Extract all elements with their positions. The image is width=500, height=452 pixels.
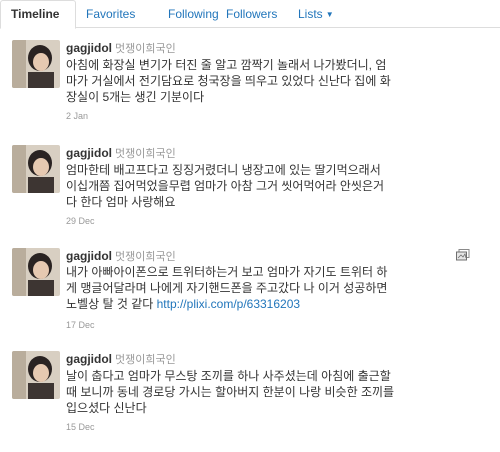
tab-timeline[interactable]: Timeline [0,0,76,29]
timeline-tab-bar: Timeline Favorites Following Followers L… [0,0,500,29]
tweet-text: 아침에 화장실 변기가 터진 줄 알고 깜짝기 놀래서 나가봤더니, 엄 마가 … [66,57,482,105]
tab-favorites[interactable]: Favorites [76,0,145,29]
chevron-down-icon: ▼ [325,10,334,19]
tweet-item[interactable]: gagjidol 멋쟁이희국인 날이 춥다고 엄마가 무스탕 조끼를 하나 사주셨… [0,341,500,441]
tweet-fullname: 멋쟁이희국인 [115,43,176,55]
tweet-item[interactable]: gagjidol 멋쟁이희국인 내가 아빠아이폰으로 트위터하는거 보고 엄마가 … [0,236,500,336]
tweet-text: 엄마한테 배고프다고 징징거렸더니 냉장고에 있는 딸기먹으래서 이십개쯤 집어… [66,162,482,210]
tweet-text-line: 다 한다 엄마 사랑해요 [66,195,176,209]
tweet-text-line: 엄마한테 배고프다고 징징거렸더니 냉장고에 있는 딸기먹으래서 [66,163,381,177]
tweet-timestamp[interactable]: 15 Dec [66,422,95,432]
tweet-timestamp[interactable]: 29 Dec [66,216,95,226]
tweet-username[interactable]: gagjidol [66,249,112,263]
tweet-item[interactable]: gagjidol 멋쟁이희국인 엄마한테 배고프다고 징징거렸더니 냉장고에 있는… [0,135,500,230]
tweet-username[interactable]: gagjidol [66,352,112,366]
tweet-username[interactable]: gagjidol [66,41,112,55]
tab-lists-label: Lists [298,7,323,21]
tweet-text-segment: 노벨상 탈 것 같다 [66,297,157,311]
tweet-text: 날이 춥다고 엄마가 무스탕 조끼를 하나 사주셨는데 아침에 출근할 때 보니… [66,368,482,416]
tweet-text-line: 게 맹글어달라며 나에게 자기핸드폰을 주고갔다 나 이거 성공하면 [66,281,388,295]
tweet-text-line: 입으셨다 신난다 [66,401,147,415]
tweet-fullname: 멋쟁이희국인 [115,148,176,160]
tweet-text: 내가 아빠아이폰으로 트위터하는거 보고 엄마가 자기도 트위터 하 게 맹글어… [66,264,482,312]
avatar[interactable] [12,145,60,193]
tweet-fullname: 멋쟁이희국인 [115,354,176,366]
avatar[interactable] [12,40,60,88]
avatar[interactable] [12,351,60,399]
tweet-text-line: 날이 춥다고 엄마가 무스탕 조끼를 하나 사주셨는데 아침에 출근할 [66,369,391,383]
image-preview-icon[interactable] [456,248,470,261]
tweet-username[interactable]: gagjidol [66,146,112,160]
tweet-fullname: 멋쟁이희국인 [115,251,176,263]
tweet-timestamp[interactable]: 17 Dec [66,320,95,330]
tweet-text-line: 장실이 5개는 생긴 기분이다 [66,90,205,104]
tweet-timestamp[interactable]: 2 Jan [66,111,88,121]
tweet-text-line: 마가 거실에서 전기담요로 청국장을 띄우고 있었다 신난다 집에 화 [66,74,391,88]
avatar[interactable] [12,248,60,296]
tweet-link[interactable]: http://plixi.com/p/63316203 [157,297,300,311]
tweet-text-line: 때 보니까 동네 경로당 가시는 할아버지 한분이 나랑 비슷한 조끼를 [66,385,395,399]
tweet-text-line: 노벨상 탈 것 같다 http://plixi.com/p/63316203 [66,296,482,312]
tweet-text-line: 이십개쯤 집어먹었을무렵 엄마가 아참 그거 씻어먹어라 안씻은거 [66,179,385,193]
tweet-item[interactable]: gagjidol 멋쟁이희국인 아침에 화장실 변기가 터진 줄 알고 깜짝기 놀… [0,30,500,122]
tweet-text-line: 아침에 화장실 변기가 터진 줄 알고 깜짝기 놀래서 나가봤더니, 엄 [66,58,387,72]
tweet-text-line: 내가 아빠아이폰으로 트위터하는거 보고 엄마가 자기도 트위터 하 [66,265,388,279]
tab-followers[interactable]: Followers [216,0,287,29]
tab-lists[interactable]: Lists ▼ [288,0,344,29]
